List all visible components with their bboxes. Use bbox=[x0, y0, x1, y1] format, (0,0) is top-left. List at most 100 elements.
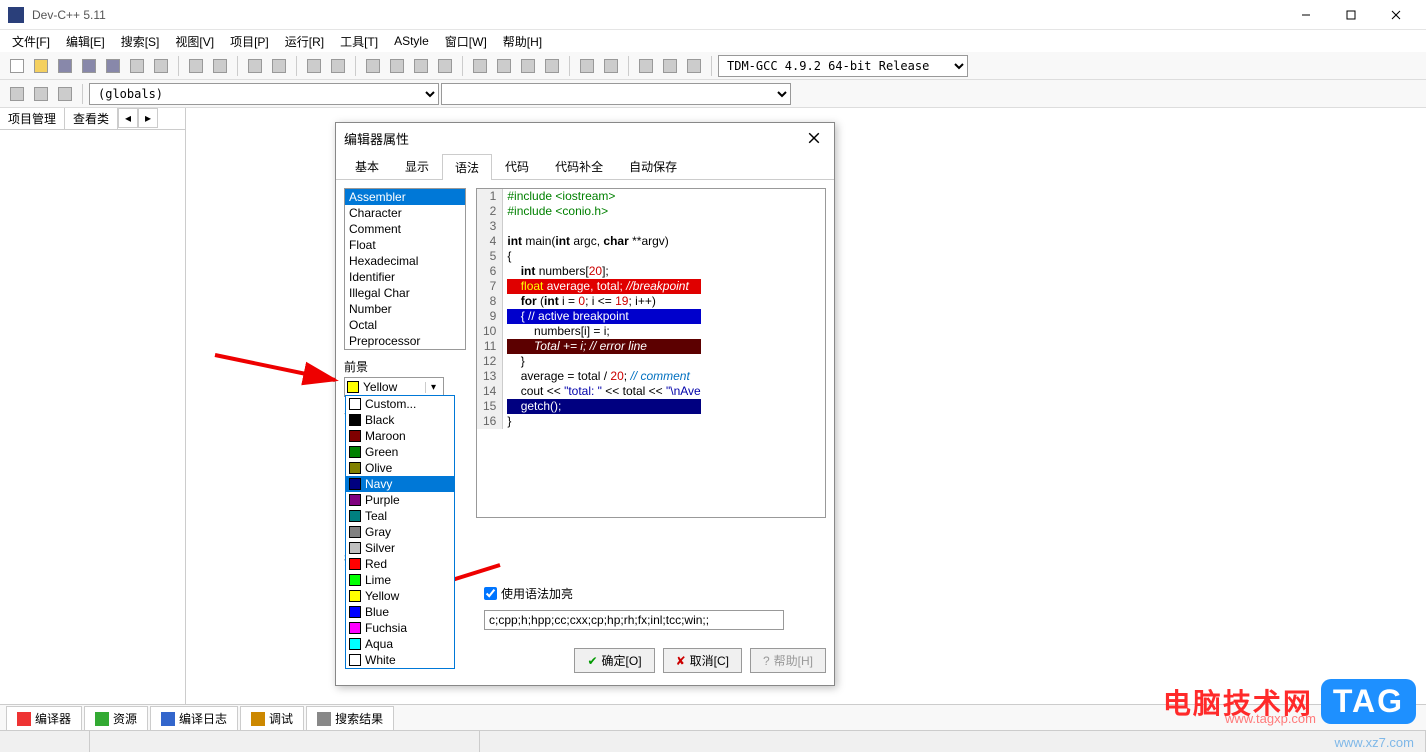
btn-a[interactable] bbox=[541, 55, 563, 77]
btn-c[interactable] bbox=[600, 55, 622, 77]
open-button[interactable] bbox=[30, 55, 52, 77]
goto-button-2[interactable] bbox=[30, 83, 52, 105]
close-file-button[interactable] bbox=[126, 55, 148, 77]
back-button[interactable] bbox=[303, 55, 325, 77]
color-option[interactable]: Maroon bbox=[346, 428, 454, 444]
code-line: } bbox=[507, 414, 700, 429]
color-option[interactable]: Green bbox=[346, 444, 454, 460]
menu-9[interactable]: 帮助[H] bbox=[495, 31, 550, 52]
dialog-tab-2[interactable]: 语法 bbox=[442, 154, 492, 180]
color-option[interactable]: White bbox=[346, 652, 454, 668]
syntax-item[interactable]: Reserved Word bbox=[345, 349, 465, 350]
syntax-item[interactable]: Character bbox=[345, 205, 465, 221]
dialog-tab-0[interactable]: 基本 bbox=[342, 153, 392, 179]
close-button[interactable] bbox=[1373, 1, 1418, 29]
syntax-item[interactable]: Float bbox=[345, 237, 465, 253]
compile-button[interactable] bbox=[362, 55, 384, 77]
menu-0[interactable]: 文件[F] bbox=[4, 31, 58, 52]
color-option[interactable]: Yellow bbox=[346, 588, 454, 604]
color-option[interactable]: Navy bbox=[346, 476, 454, 492]
color-option[interactable]: Gray bbox=[346, 524, 454, 540]
compile-run-button[interactable] bbox=[410, 55, 432, 77]
rebuild-button[interactable] bbox=[434, 55, 456, 77]
save-button[interactable] bbox=[54, 55, 76, 77]
use-syntax-highlight-checkbox[interactable] bbox=[484, 587, 497, 600]
color-option[interactable]: Custom... bbox=[346, 396, 454, 412]
color-option[interactable]: Blue bbox=[346, 604, 454, 620]
btn-e[interactable] bbox=[659, 55, 681, 77]
btn-f[interactable] bbox=[683, 55, 705, 77]
menu-7[interactable]: AStyle bbox=[386, 32, 437, 50]
color-option[interactable]: Aqua bbox=[346, 636, 454, 652]
syntax-item[interactable]: Octal bbox=[345, 317, 465, 333]
stop-button[interactable] bbox=[493, 55, 515, 77]
dialog-tab-5[interactable]: 自动保存 bbox=[616, 153, 690, 179]
run-button[interactable] bbox=[386, 55, 408, 77]
color-option[interactable]: Teal bbox=[346, 508, 454, 524]
code-line: #include <conio.h> bbox=[507, 204, 700, 219]
code-line: { // active breakpoint bbox=[507, 309, 700, 324]
maximize-button[interactable] bbox=[1328, 1, 1373, 29]
color-option[interactable]: Black bbox=[346, 412, 454, 428]
save-as-button[interactable] bbox=[102, 55, 124, 77]
syntax-item[interactable]: Comment bbox=[345, 221, 465, 237]
menu-4[interactable]: 项目[P] bbox=[222, 31, 277, 52]
color-option[interactable]: Olive bbox=[346, 460, 454, 476]
dialog-close-button[interactable] bbox=[802, 126, 826, 150]
menu-2[interactable]: 搜索[S] bbox=[113, 31, 168, 52]
syntax-item[interactable]: Assembler bbox=[345, 189, 465, 205]
btn-b[interactable] bbox=[576, 55, 598, 77]
color-option[interactable]: Purple bbox=[346, 492, 454, 508]
menu-3[interactable]: 视图[V] bbox=[167, 31, 222, 52]
file-extensions-input[interactable] bbox=[484, 610, 784, 630]
syntax-item[interactable]: Hexadecimal bbox=[345, 253, 465, 269]
member-select[interactable] bbox=[441, 83, 791, 105]
bottom-tab-0[interactable]: 编译器 bbox=[6, 706, 82, 730]
foreground-color-combo[interactable]: Yellow ▾ bbox=[344, 377, 444, 397]
menu-1[interactable]: 编辑[E] bbox=[58, 31, 113, 52]
save-all-button[interactable] bbox=[78, 55, 100, 77]
side-tab-project[interactable]: 项目管理 bbox=[0, 108, 65, 129]
compiler-select[interactable]: TDM-GCC 4.9.2 64-bit Release bbox=[718, 55, 968, 77]
color-option[interactable]: Red bbox=[346, 556, 454, 572]
bottom-tab-1[interactable]: 资源 bbox=[84, 706, 148, 730]
scope-select[interactable]: (globals) bbox=[89, 83, 439, 105]
replace-button[interactable] bbox=[268, 55, 290, 77]
dialog-tab-4[interactable]: 代码补全 bbox=[542, 153, 616, 179]
color-option[interactable]: Lime bbox=[346, 572, 454, 588]
menu-6[interactable]: 工具[T] bbox=[332, 31, 386, 52]
btn-d[interactable] bbox=[635, 55, 657, 77]
menu-5[interactable]: 运行[R] bbox=[277, 31, 332, 52]
side-nav-left[interactable]: ◂ bbox=[118, 108, 138, 128]
ok-button[interactable]: ✔确定[O] bbox=[574, 648, 654, 673]
debug-button[interactable] bbox=[469, 55, 491, 77]
color-option[interactable]: Fuchsia bbox=[346, 620, 454, 636]
menu-8[interactable]: 窗口[W] bbox=[437, 31, 495, 52]
profile-button[interactable] bbox=[517, 55, 539, 77]
dialog-tab-1[interactable]: 显示 bbox=[392, 153, 442, 179]
side-tab-class[interactable]: 查看类 bbox=[65, 108, 118, 129]
dialog-tab-3[interactable]: 代码 bbox=[492, 153, 542, 179]
side-nav-right[interactable]: ▸ bbox=[138, 108, 158, 128]
bottom-tab-3[interactable]: 调试 bbox=[240, 706, 304, 730]
syntax-element-list[interactable]: AssemblerCharacterCommentFloatHexadecima… bbox=[344, 188, 466, 350]
syntax-item[interactable]: Preprocessor bbox=[345, 333, 465, 349]
syntax-item[interactable]: Illegal Char bbox=[345, 285, 465, 301]
syntax-item[interactable]: Identifier bbox=[345, 269, 465, 285]
bottom-tab-4[interactable]: 搜索结果 bbox=[306, 706, 394, 730]
find-button[interactable] bbox=[244, 55, 266, 77]
new-file-button[interactable] bbox=[6, 55, 28, 77]
goto-button-3[interactable] bbox=[54, 83, 76, 105]
cancel-button[interactable]: ✘取消[C] bbox=[663, 648, 742, 673]
help-button[interactable]: ?帮助[H] bbox=[750, 648, 826, 673]
redo-button[interactable] bbox=[209, 55, 231, 77]
color-dropdown-list[interactable]: Custom...BlackMaroonGreenOliveNavyPurple… bbox=[345, 395, 455, 669]
undo-button[interactable] bbox=[185, 55, 207, 77]
syntax-item[interactable]: Number bbox=[345, 301, 465, 317]
bottom-tab-2[interactable]: 编译日志 bbox=[150, 706, 238, 730]
print-button[interactable] bbox=[150, 55, 172, 77]
color-option[interactable]: Silver bbox=[346, 540, 454, 556]
minimize-button[interactable] bbox=[1283, 1, 1328, 29]
forward-button[interactable] bbox=[327, 55, 349, 77]
goto-button-1[interactable] bbox=[6, 83, 28, 105]
